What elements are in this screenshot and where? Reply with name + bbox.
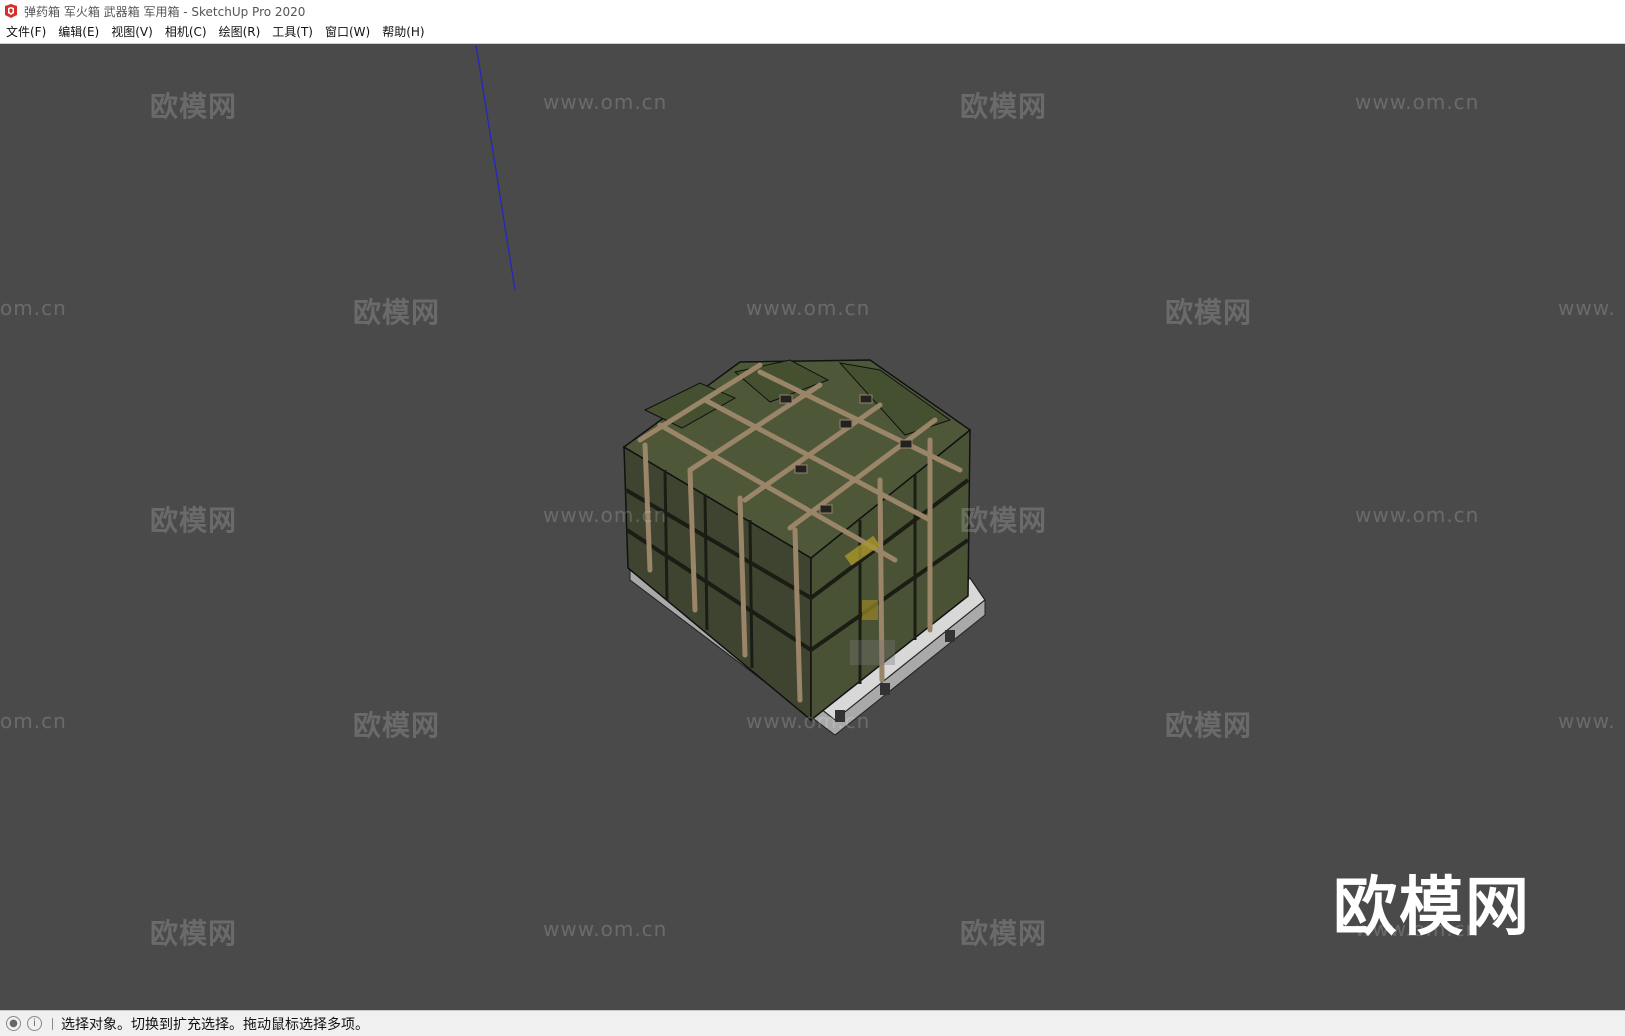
status-divider <box>52 1017 53 1030</box>
menu-view[interactable]: 视图(V) <box>105 22 159 43</box>
menu-window[interactable]: 窗口(W) <box>319 22 376 43</box>
model-viewport[interactable]: 欧模网 www.om.cn 欧模网 www.om.cn om.cn 欧模网 ww… <box>0 44 1625 1010</box>
status-bar: ● i 选择对象。切换到扩充选择。拖动鼠标选择多项。 <box>0 1010 1625 1036</box>
menu-tools[interactable]: 工具(T) <box>266 22 319 43</box>
menu-help[interactable]: 帮助(H) <box>376 22 430 43</box>
status-message: 选择对象。切换到扩充选择。拖动鼠标选择多项。 <box>61 1016 369 1033</box>
title-bar: 弹药箱 军火箱 武器箱 军用箱 - SketchUp Pro 2020 <box>0 0 1625 22</box>
blue-axis-line <box>475 44 516 291</box>
menu-file[interactable]: 文件(F) <box>0 22 52 43</box>
menu-edit[interactable]: 编辑(E) <box>52 22 105 43</box>
geolocation-icon[interactable]: ● <box>6 1016 21 1031</box>
menu-bar: 文件(F) 编辑(E) 视图(V) 相机(C) 绘图(R) 工具(T) 窗口(W… <box>0 22 1625 44</box>
sketchup-icon <box>5 4 17 18</box>
watermark-big-logo: 欧模网 <box>1333 871 1531 945</box>
menu-draw[interactable]: 绘图(R) <box>213 22 267 43</box>
ammo-crate-model[interactable] <box>622 359 986 736</box>
window-title: 弹药箱 军火箱 武器箱 军用箱 - SketchUp Pro 2020 <box>24 4 306 19</box>
info-icon[interactable]: i <box>27 1016 42 1031</box>
menu-camera[interactable]: 相机(C) <box>159 22 213 43</box>
